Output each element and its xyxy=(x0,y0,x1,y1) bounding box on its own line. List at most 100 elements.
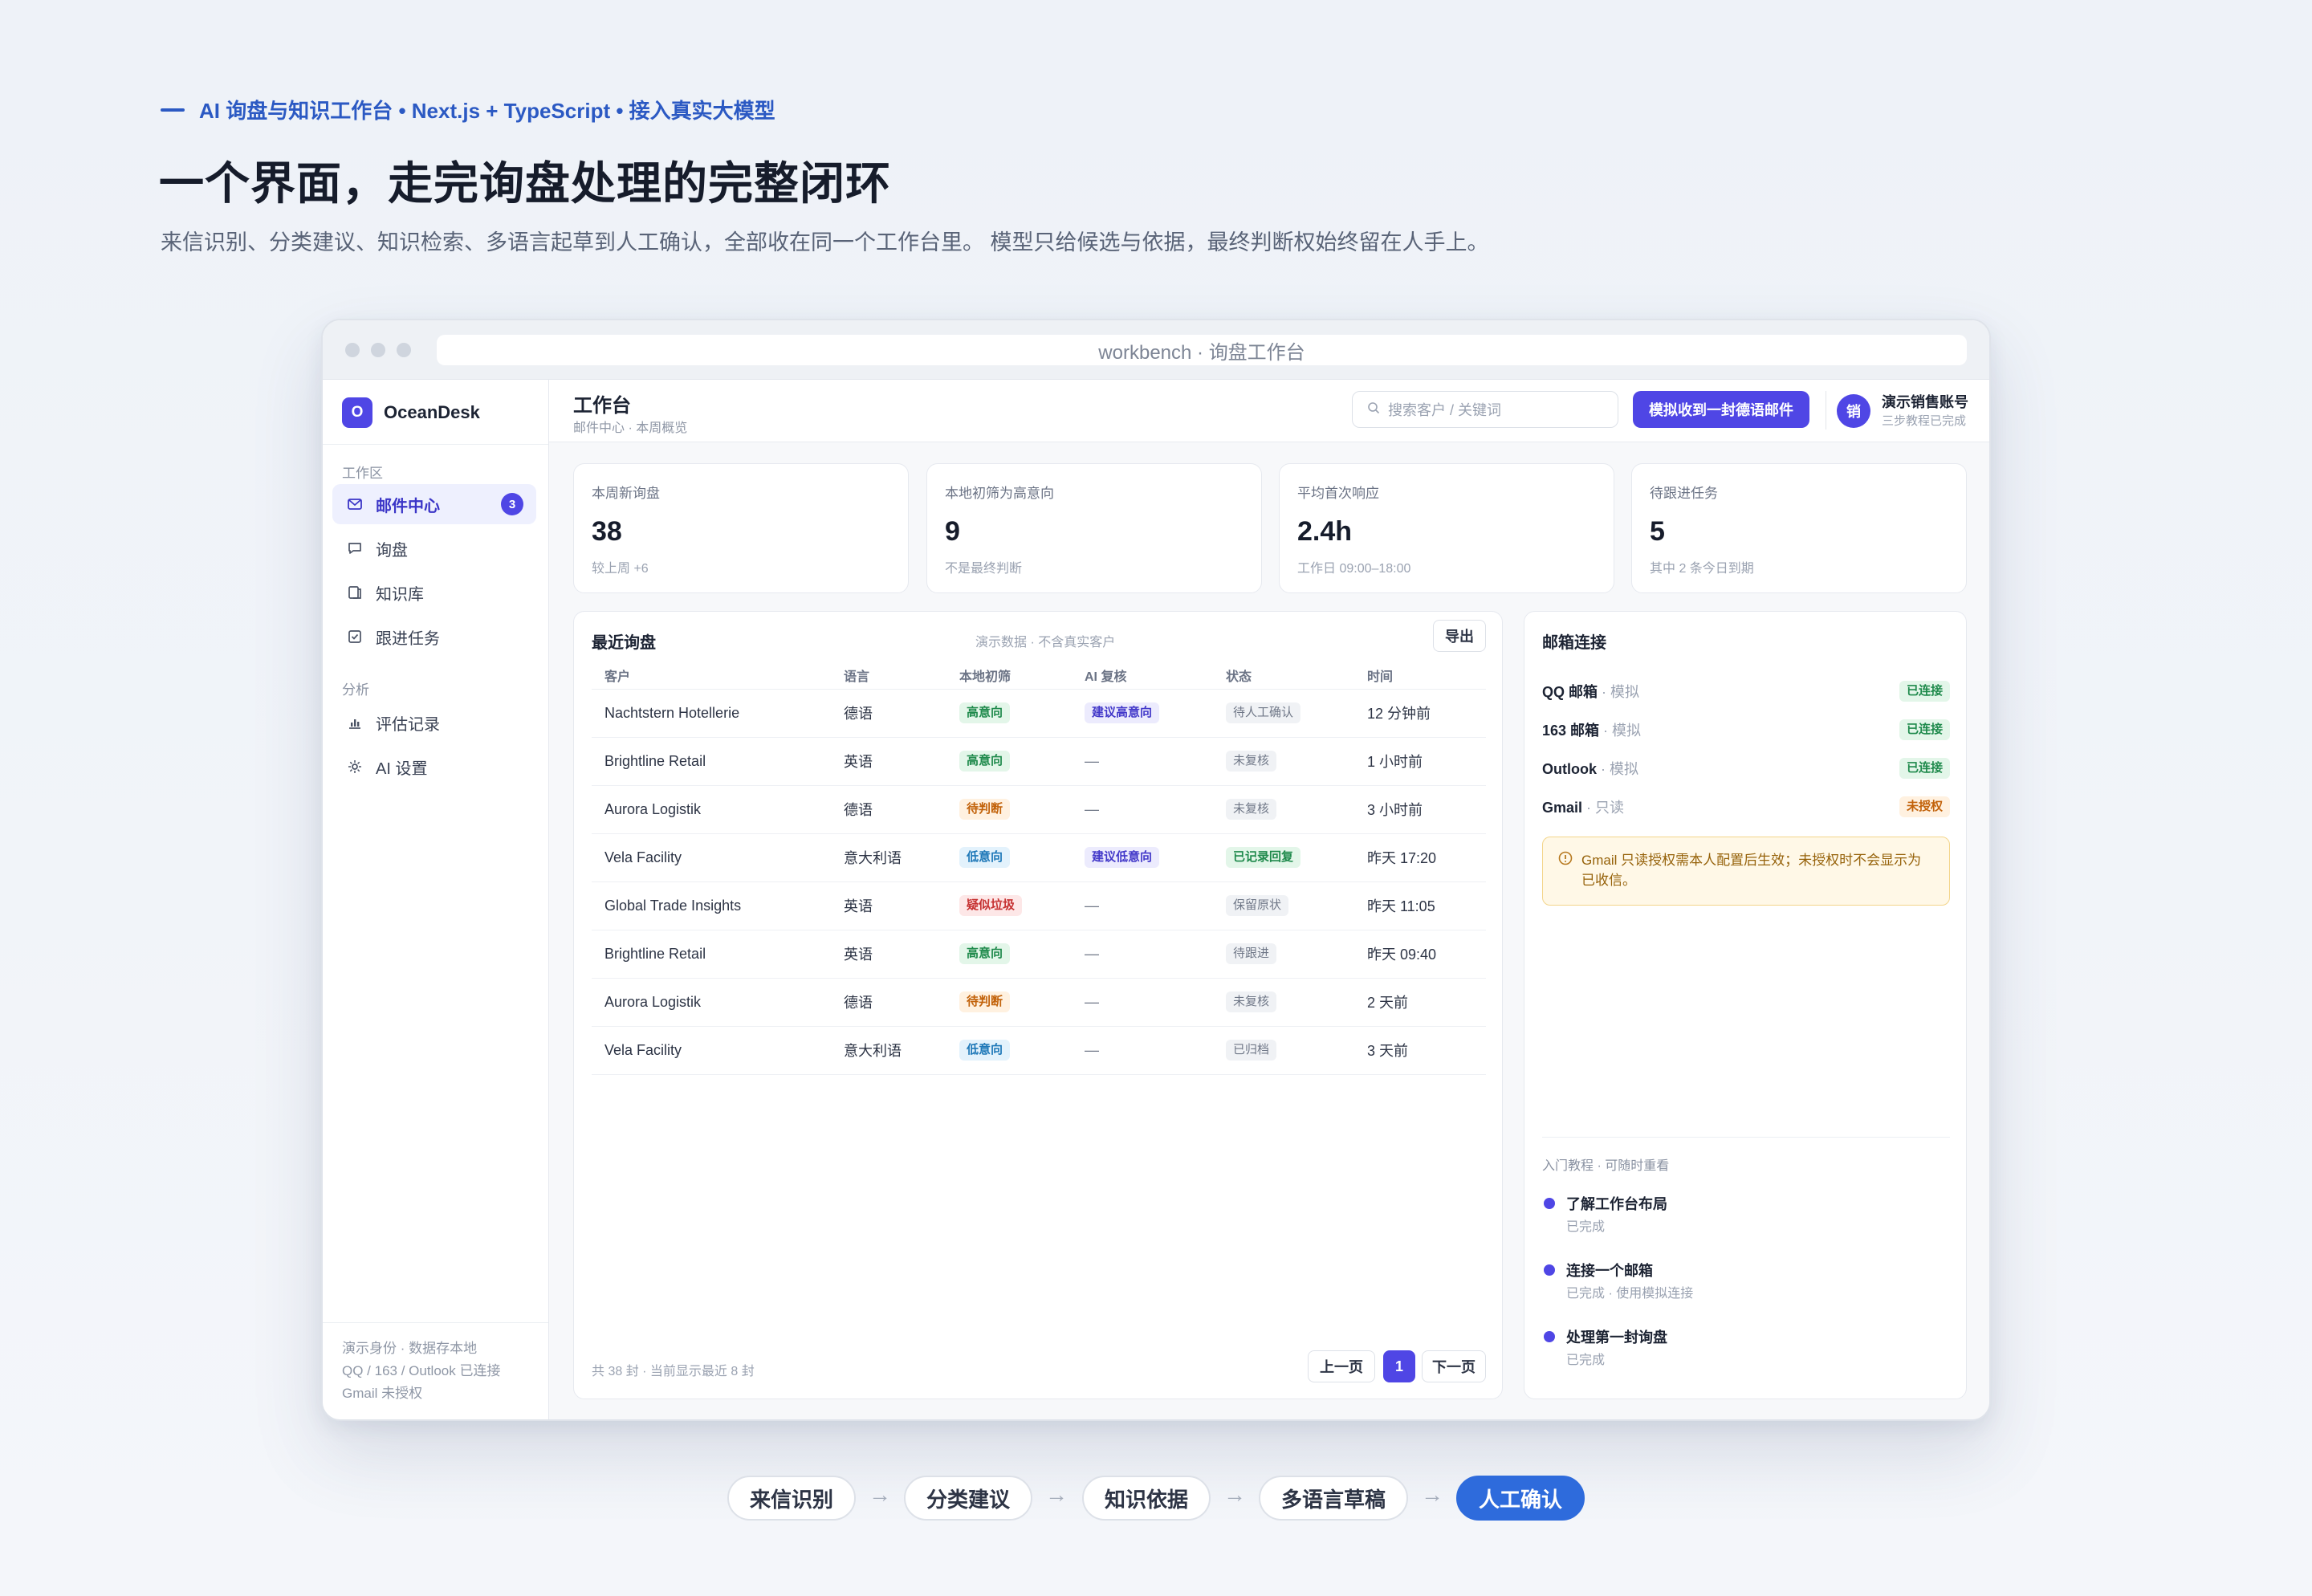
table-cell: Aurora Logistik xyxy=(592,785,831,834)
table-cell: 3 小时前 xyxy=(1354,785,1486,834)
user-status: 三步教程已完成 xyxy=(1882,414,1967,428)
maximize-dot[interactable] xyxy=(397,343,411,357)
column-header[interactable]: 时间 xyxy=(1354,662,1486,690)
kpi-note: 其中 2 条今日到期 xyxy=(1650,562,1754,576)
status-badge: 未复核 xyxy=(1226,751,1277,772)
table-cell: 待跟进 xyxy=(1213,930,1354,979)
table-row[interactable]: Nachtstern Hotellerie 德语 高意向 建议高意向 待人工确认 12 分… xyxy=(592,689,1486,738)
sidebar-item-inquiries[interactable]: 询盘 xyxy=(332,528,536,568)
tutorial-step-title[interactable]: 连接一个邮箱 xyxy=(1566,1260,1653,1280)
cell-text: Vela Facility xyxy=(604,1041,682,1058)
tutorial-step-title[interactable]: 了解工作台布局 xyxy=(1566,1193,1667,1214)
table-cell: — xyxy=(1072,785,1213,834)
column-header[interactable]: AI 复核 xyxy=(1072,662,1213,690)
mail-account-row[interactable]: Outlook · 模拟 已连接 xyxy=(1542,756,1950,780)
cell-text: — xyxy=(1085,1041,1099,1058)
page-number-current[interactable]: 1 xyxy=(1383,1350,1415,1382)
account-name: Gmail xyxy=(1542,800,1583,816)
step-complete-dot xyxy=(1544,1331,1555,1342)
flow-step-pill-active: 人工确认 xyxy=(1456,1476,1585,1521)
avatar[interactable]: 销 xyxy=(1837,394,1870,428)
flow-step-pill: 知识依据 xyxy=(1082,1476,1211,1521)
card-divider xyxy=(1542,1137,1950,1138)
table-row[interactable]: Vela Facility 意大利语 低意向 建议低意向 已记录回复 昨天 17:20 xyxy=(592,833,1486,882)
kpi-card-high-intent: 本地初筛为高意向 9 不是最终判断 xyxy=(926,463,1262,593)
sidebar-item-ai-settings[interactable]: AI 设置 xyxy=(332,747,536,787)
mail-account-row[interactable]: 163 邮箱 · 模拟 已连接 xyxy=(1542,718,1950,742)
table-cell: 保留原状 xyxy=(1213,881,1354,930)
section-label-analysis: 分析 xyxy=(342,682,369,698)
column-header[interactable]: 语言 xyxy=(831,662,946,690)
next-page-button[interactable]: 下一页 xyxy=(1422,1350,1486,1382)
table-row[interactable]: Brightline Retail 英语 高意向 — 未复核 1 小时前 xyxy=(592,737,1486,786)
table-cell: Global Trade Insights xyxy=(592,881,831,930)
table-cell: 未复核 xyxy=(1213,785,1354,834)
address-bar[interactable]: workbench · 询盘工作台 xyxy=(437,335,1967,365)
section-label-work: 工作区 xyxy=(342,466,383,481)
account-mode: · 模拟 xyxy=(1598,684,1640,700)
column-header[interactable]: 状态 xyxy=(1213,662,1354,690)
window-controls xyxy=(345,343,411,357)
gmail-warning-alert: Gmail 只读授权需本人配置后生效；未授权时不会显示为已收信。 xyxy=(1542,837,1950,906)
cell-text: 德语 xyxy=(844,995,873,1011)
status-badge: 疑似垃圾 xyxy=(959,895,1023,916)
close-dot[interactable] xyxy=(345,343,360,357)
kpi-card-pending-tasks: 待跟进任务 5 其中 2 条今日到期 xyxy=(1631,463,1967,593)
cell-text: 德语 xyxy=(844,706,873,722)
table-row[interactable]: Vela Facility 意大利语 低意向 — 已归档 3 天前 xyxy=(592,1026,1486,1075)
minimize-dot[interactable] xyxy=(371,343,385,357)
cell-text: Aurora Logistik xyxy=(604,800,702,817)
cell-text: 昨天 09:40 xyxy=(1367,947,1437,963)
sidebar-item-evaluations[interactable]: 评估记录 xyxy=(332,702,536,743)
table-row[interactable]: Aurora Logistik 德语 待判断 — 未复核 3 小时前 xyxy=(592,785,1486,834)
cell-text: — xyxy=(1085,752,1099,769)
kpi-label: 平均首次响应 xyxy=(1297,486,1379,501)
tutorial-step-status: 已完成 xyxy=(1566,1220,1606,1234)
table-row[interactable]: Brightline Retail 英语 高意向 — 待跟进 昨天 09:40 xyxy=(592,930,1486,979)
tutorial-step-title[interactable]: 处理第一封询盘 xyxy=(1566,1326,1667,1347)
simulate-email-button[interactable]: 模拟收到一封德语邮件 xyxy=(1633,391,1809,428)
status-badge: 未复核 xyxy=(1226,991,1277,1012)
search-input[interactable]: 搜索客户 / 关键词 xyxy=(1352,391,1618,428)
table-row[interactable]: Global Trade Insights 英语 疑似垃圾 — 保留原状 昨天 11:05 xyxy=(592,881,1486,930)
sidebar-item-knowledge[interactable]: 知识库 xyxy=(332,572,536,613)
table-row[interactable]: Aurora Logistik 德语 待判断 — 未复核 2 天前 xyxy=(592,978,1486,1027)
table-cell: 高意向 xyxy=(946,737,1072,786)
card-title: 邮箱连接 xyxy=(1542,634,1606,652)
connection-status-badge: 已连接 xyxy=(1899,758,1950,779)
hero-subtitle: 来信识别、分类建议、知识检索、多语言起草到人工确认，全部收在同一个工作台里。 模… xyxy=(161,230,1489,254)
table-cell: 德语 xyxy=(831,785,946,834)
column-header[interactable]: 客户 xyxy=(592,662,831,690)
mail-account-row[interactable]: QQ 邮箱 · 模拟 已连接 xyxy=(1542,679,1950,703)
account-mode: · 模拟 xyxy=(1597,761,1638,777)
table-cell: 未复核 xyxy=(1213,737,1354,786)
mail-account-row[interactable]: Gmail · 只读 未授权 xyxy=(1542,795,1950,819)
eyebrow-text: AI 询盘与知识工作台 • Next.js + TypeScript • 接入真… xyxy=(199,99,775,123)
column-header[interactable]: 本地初筛 xyxy=(946,662,1072,690)
export-button[interactable]: 导出 xyxy=(1433,620,1486,652)
brand[interactable]: O OceanDesk xyxy=(342,397,480,428)
pagination-info: 共 38 封 · 当前显示最近 8 封 xyxy=(592,1365,755,1378)
tutorial-heading: 入门教程 · 可随时重看 xyxy=(1542,1159,1670,1173)
table-cell: 德语 xyxy=(831,689,946,738)
kpi-value: 9 xyxy=(945,516,960,547)
sidebar-item-followups[interactable]: 跟进任务 xyxy=(332,617,536,657)
cell-text: — xyxy=(1085,993,1099,1010)
table-cell: 低意向 xyxy=(946,833,1072,882)
kpi-note: 较上周 +6 xyxy=(592,562,649,576)
status-badge: 待判断 xyxy=(959,799,1011,820)
window-titlebar: workbench · 询盘工作台 xyxy=(323,320,1989,380)
prev-page-button[interactable]: 上一页 xyxy=(1308,1350,1375,1382)
mail-account-name: QQ 邮箱 · 模拟 xyxy=(1542,681,1639,702)
status-badge: 高意向 xyxy=(959,751,1011,772)
table-cell: 德语 xyxy=(831,978,946,1027)
arrow-right-icon: → xyxy=(1045,1482,1068,1507)
sidebar: O OceanDesk 工作区 邮件中心 3 询盘 知识库 跟进任务 分析 评估… xyxy=(323,380,549,1419)
table-cell: 建议高意向 xyxy=(1072,689,1213,738)
step-complete-dot xyxy=(1544,1198,1555,1209)
table-cell: 英语 xyxy=(831,930,946,979)
main-content: 工作台 邮件中心 · 本周概览 搜索客户 / 关键词 模拟收到一封德语邮件 销 … xyxy=(549,380,1989,1419)
cell-text: Brightline Retail xyxy=(604,945,706,962)
sidebar-item-mail-center[interactable]: 邮件中心 3 xyxy=(332,484,536,524)
table-cell: Brightline Retail xyxy=(592,737,831,786)
